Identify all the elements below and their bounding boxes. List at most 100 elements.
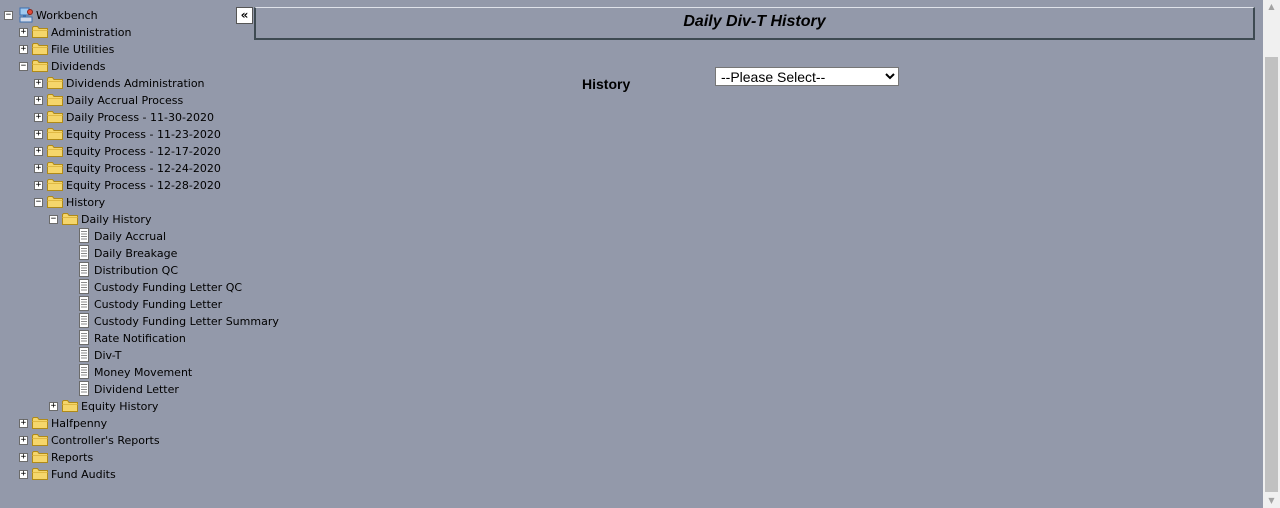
tree-item[interactable]: Custody Funding Letter Summary xyxy=(0,313,279,330)
document-icon xyxy=(78,347,90,362)
document-icon xyxy=(78,262,90,277)
expand-plus-icon[interactable]: + xyxy=(34,181,43,190)
collapse-minus-icon[interactable]: − xyxy=(34,198,43,207)
tree-item[interactable]: + Equity History xyxy=(0,398,256,415)
folder-icon xyxy=(62,212,78,225)
tree-item[interactable]: Custody Funding Letter QC xyxy=(0,279,256,296)
tree-item-label[interactable]: Daily Accrual Process xyxy=(66,93,183,108)
tree-item[interactable]: + Equity Process - 12-17-2020 xyxy=(0,143,256,160)
expand-plus-icon[interactable]: + xyxy=(34,96,43,105)
document-icon xyxy=(78,313,90,328)
expand-plus-icon[interactable]: + xyxy=(34,113,43,122)
tree-item[interactable]: Daily Accrual xyxy=(0,228,256,245)
tree-item[interactable]: + Equity Process - 11-23-2020 xyxy=(0,126,256,143)
expand-plus-icon[interactable]: + xyxy=(49,402,58,411)
folder-icon xyxy=(32,450,48,463)
folder-icon xyxy=(32,433,48,446)
tree-item[interactable]: Daily Breakage xyxy=(0,245,256,262)
tree-item[interactable]: + Administration xyxy=(0,24,256,41)
expand-plus-icon[interactable]: + xyxy=(19,419,28,428)
tree-item-label[interactable]: Reports xyxy=(51,450,93,465)
history-select[interactable]: --Please Select-- xyxy=(715,67,899,86)
folder-icon xyxy=(32,25,48,38)
page-header: Daily Div-T History xyxy=(254,7,1255,40)
folder-icon xyxy=(32,42,48,55)
tree-item[interactable]: + Halfpenny xyxy=(0,415,256,432)
document-icon xyxy=(78,364,90,379)
tree-item-label[interactable]: Div-T xyxy=(94,348,121,363)
workbench-icon xyxy=(18,7,34,23)
collapse-minus-icon[interactable]: − xyxy=(19,62,28,71)
tree-item[interactable]: + Equity Process - 12-24-2020 xyxy=(0,160,256,177)
folder-icon xyxy=(62,399,78,412)
tree-item[interactable]: Dividend Letter xyxy=(0,381,256,398)
scroll-up-icon[interactable]: ▲ xyxy=(1263,0,1280,14)
tree-item-label[interactable]: Distribution QC xyxy=(94,263,178,278)
expand-plus-icon[interactable]: + xyxy=(19,470,28,479)
tree-item[interactable]: + Equity Process - 12-28-2020 xyxy=(0,177,256,194)
tree-item-label[interactable]: Controller's Reports xyxy=(51,433,160,448)
scrollbar-thumb[interactable] xyxy=(1265,57,1278,492)
tree-item[interactable]: + Daily Accrual Process xyxy=(0,92,256,109)
expand-plus-icon[interactable]: + xyxy=(34,79,43,88)
tree-item-label[interactable]: Dividends Administration xyxy=(66,76,205,91)
tree-item-label[interactable]: Equity Process - 12-24-2020 xyxy=(66,161,221,176)
tree-item[interactable]: − Daily History xyxy=(0,211,256,228)
tree-item-label[interactable]: Dividends xyxy=(51,59,106,74)
expand-plus-icon[interactable]: + xyxy=(34,147,43,156)
folder-icon xyxy=(32,59,48,72)
folder-icon xyxy=(47,93,63,106)
expand-plus-icon[interactable]: + xyxy=(19,436,28,445)
tree-item[interactable]: + Controller's Reports xyxy=(0,432,256,449)
expand-plus-icon[interactable]: + xyxy=(19,453,28,462)
tree-item-label[interactable]: Custody Funding Letter QC xyxy=(94,280,242,295)
collapse-sidebar-button[interactable]: « xyxy=(236,7,253,24)
tree-item-label[interactable]: Halfpenny xyxy=(51,416,107,431)
expand-plus-icon[interactable]: + xyxy=(19,28,28,37)
tree-item-label[interactable]: Daily Accrual xyxy=(94,229,166,244)
history-label: History xyxy=(582,76,631,92)
tree-item[interactable]: Distribution QC xyxy=(0,262,256,279)
collapse-minus-icon[interactable]: − xyxy=(4,11,13,20)
collapse-minus-icon[interactable]: − xyxy=(49,215,58,224)
tree-item-label[interactable]: Equity History xyxy=(81,399,158,414)
tree-item-label[interactable]: Custody Funding Letter xyxy=(94,297,222,312)
tree-item-label[interactable]: Administration xyxy=(51,25,132,40)
tree-item[interactable]: Money Movement xyxy=(0,364,256,381)
tree-item[interactable]: + Reports xyxy=(0,449,256,466)
folder-icon xyxy=(47,144,63,157)
expand-plus-icon[interactable]: + xyxy=(19,45,28,54)
tree-item-label[interactable]: Daily Breakage xyxy=(94,246,177,261)
folder-icon xyxy=(47,195,63,208)
tree-item[interactable]: Rate Notification xyxy=(0,330,256,347)
tree-item-label[interactable]: Rate Notification xyxy=(94,331,186,346)
document-icon xyxy=(78,330,90,345)
tree-item-label[interactable]: Fund Audits xyxy=(51,467,116,482)
tree-item-label[interactable]: Daily History xyxy=(81,212,151,227)
tree-item[interactable]: Div-T xyxy=(0,347,256,364)
tree-item[interactable]: + Fund Audits xyxy=(0,466,256,483)
tree-item-label[interactable]: Custody Funding Letter Summary xyxy=(94,314,279,329)
tree-item-label[interactable]: Equity Process - 12-17-2020 xyxy=(66,144,221,159)
tree-item-label[interactable]: Workbench xyxy=(36,8,98,23)
expand-plus-icon[interactable]: + xyxy=(34,164,43,173)
document-icon xyxy=(78,296,90,311)
tree-item[interactable]: + Dividends Administration xyxy=(0,75,256,92)
tree-item-label[interactable]: History xyxy=(66,195,105,210)
tree-item[interactable]: + Daily Process - 11-30-2020 xyxy=(0,109,256,126)
expand-plus-icon[interactable]: + xyxy=(34,130,43,139)
tree-item-label[interactable]: Money Movement xyxy=(94,365,192,380)
folder-icon xyxy=(32,416,48,429)
scroll-down-icon[interactable]: ▼ xyxy=(1263,494,1280,508)
tree-item[interactable]: − Dividends xyxy=(0,58,256,75)
tree-item-label[interactable]: File Utilities xyxy=(51,42,114,57)
tree-item[interactable]: + File Utilities xyxy=(0,41,256,58)
tree-item[interactable]: − Workbench xyxy=(0,7,256,24)
tree-item[interactable]: Custody Funding Letter xyxy=(0,296,256,313)
tree-item[interactable]: − History xyxy=(0,194,256,211)
folder-icon xyxy=(47,110,63,123)
tree-item-label[interactable]: Dividend Letter xyxy=(94,382,179,397)
tree-item-label[interactable]: Equity Process - 11-23-2020 xyxy=(66,127,221,142)
tree-item-label[interactable]: Equity Process - 12-28-2020 xyxy=(66,178,221,193)
tree-item-label[interactable]: Daily Process - 11-30-2020 xyxy=(66,110,214,125)
